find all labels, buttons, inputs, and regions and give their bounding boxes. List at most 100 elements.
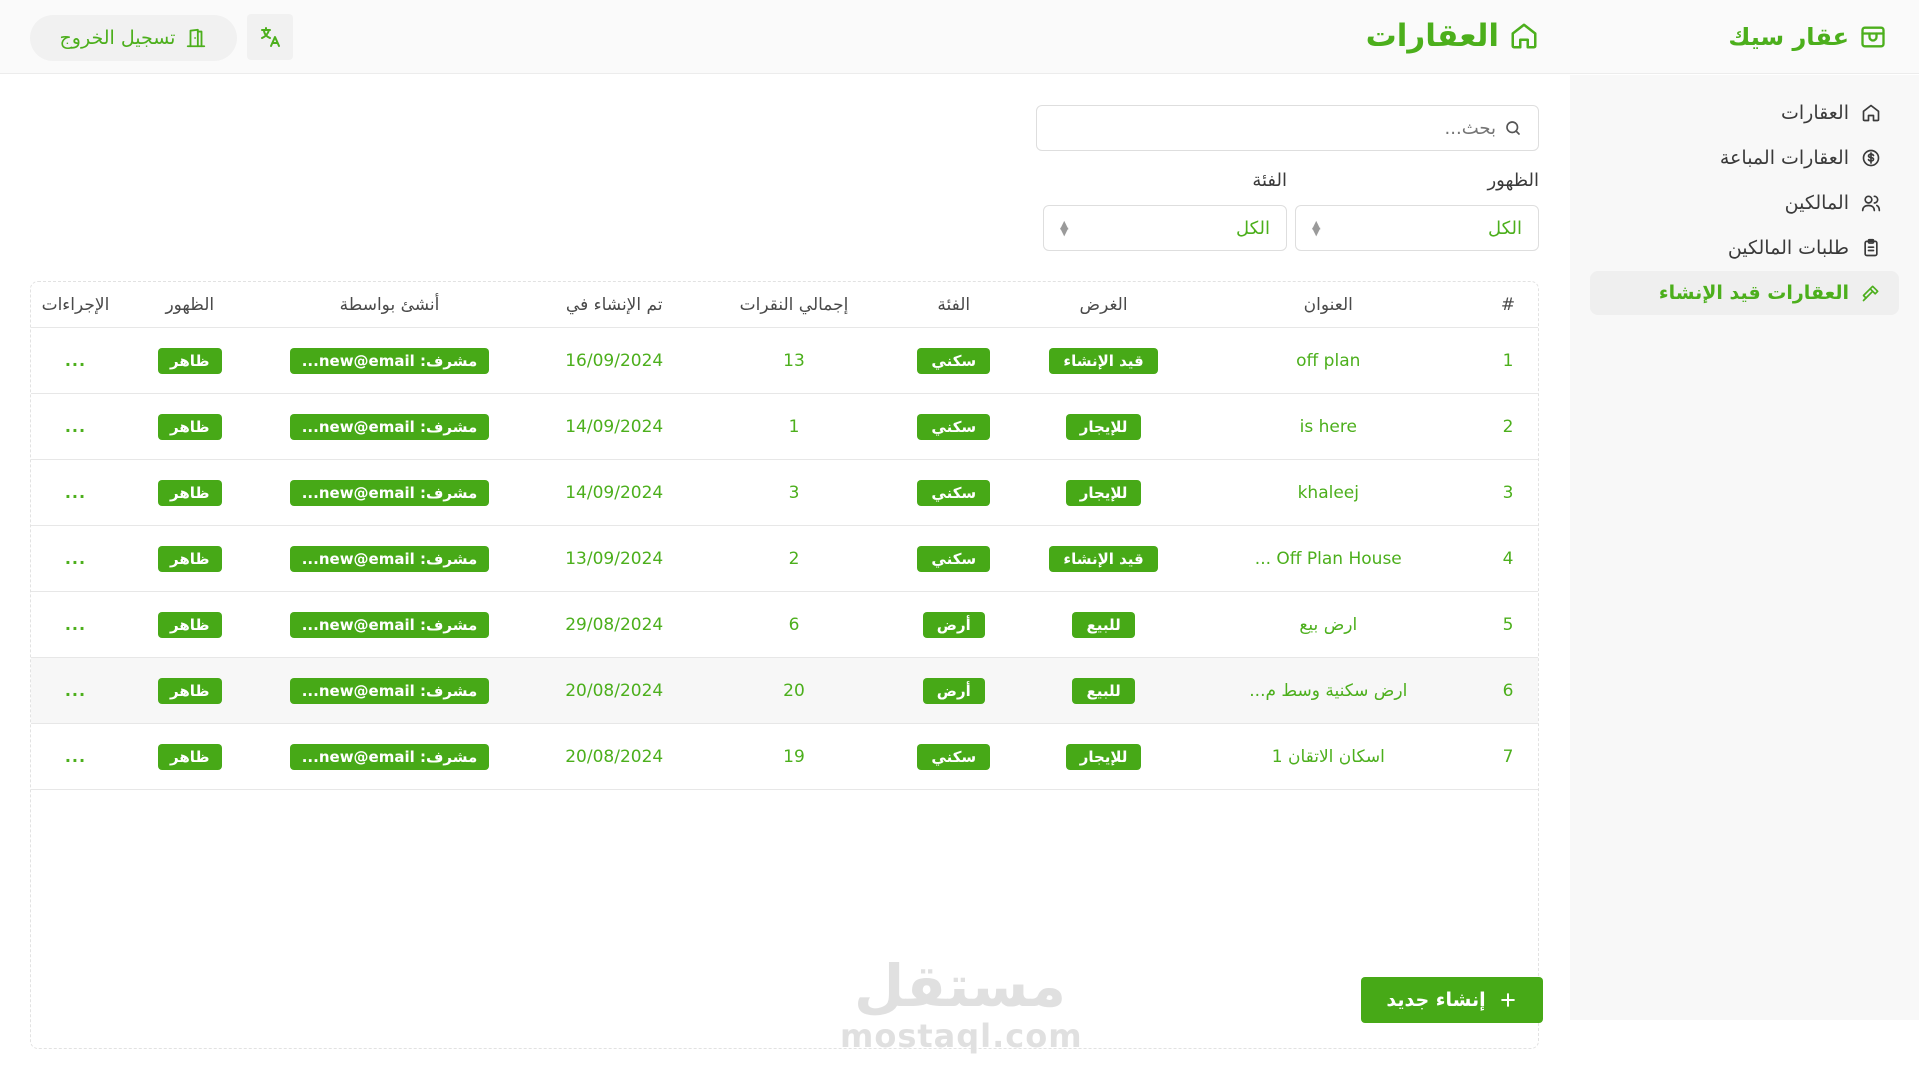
header-num[interactable]: # (1478, 282, 1538, 327)
row-clicks: 3 (788, 482, 800, 503)
row-title[interactable]: Off Plan House ... (1178, 526, 1478, 591)
more-actions-icon[interactable]: ... (65, 549, 86, 568)
purpose-cell: للبيع (1029, 592, 1179, 657)
users-icon (1861, 195, 1881, 212)
header-visibility[interactable]: الظهور (120, 282, 260, 327)
actions-cell: ... (31, 658, 120, 723)
more-actions-icon[interactable]: ... (65, 747, 86, 766)
row-num: 7 (1502, 746, 1514, 767)
sort-arrows-icon: ▲ ▼ (1312, 218, 1321, 238)
category-select-value: الكل (1235, 217, 1270, 239)
search-icon (1506, 121, 1520, 135)
category-badge: سكني (917, 479, 991, 506)
properties-table: # العنوان الغرض الفئة إجمالي النقرات تم … (30, 281, 1539, 1049)
category-cell: أرض (879, 658, 1029, 723)
visibility-badge: ظاهر (158, 479, 222, 506)
home-icon (1511, 23, 1537, 49)
row-created-at: 16/09/2024 (565, 350, 664, 371)
page-title-wrap: العقارات (1366, 14, 1539, 58)
sort-arrows-icon: ▲ ▼ (1060, 218, 1069, 238)
visibility-cell: ظاهر (120, 460, 260, 525)
row-created-at: 13/09/2024 (565, 548, 664, 569)
hammer-icon (1862, 285, 1879, 302)
plus-icon (1500, 993, 1515, 1007)
header-created-by[interactable]: أنشئ بواسطة (260, 282, 520, 327)
created-by-badge: مشرف: new@email... (289, 479, 490, 506)
header-purpose[interactable]: الغرض (1029, 282, 1179, 327)
header-category[interactable]: الفئة (879, 282, 1029, 327)
translate-button[interactable] (247, 14, 293, 60)
row-num: 6 (1502, 680, 1514, 701)
more-actions-icon[interactable]: ... (65, 483, 86, 502)
row-num: 2 (1502, 416, 1514, 437)
purpose-badge: قيد الإنشاء (1049, 347, 1158, 374)
search-box[interactable] (1036, 105, 1539, 151)
actions-cell: ... (31, 394, 120, 459)
sidebar-item-owners[interactable]: المالكين (1590, 181, 1899, 225)
brand[interactable]: عقار سيك (1728, 18, 1887, 56)
visibility-cell: ظاهر (120, 724, 260, 789)
more-actions-icon[interactable]: ... (65, 417, 86, 436)
store-icon (1861, 26, 1885, 48)
row-title[interactable]: khaleej (1178, 460, 1478, 525)
row-title[interactable]: is here (1178, 394, 1478, 459)
header-actions: الإجراءات (41, 294, 110, 315)
more-actions-icon[interactable]: ... (65, 681, 86, 700)
created-by-cell: مشرف: new@email... (260, 658, 520, 723)
sidebar-item-sold-properties[interactable]: العقارات المباعة (1590, 136, 1899, 180)
table-row[interactable]: 7 اسكان الاتقان 1 للإيجار سكني 19 20/08/… (31, 724, 1538, 790)
visibility-cell: ظاهر (120, 526, 260, 591)
row-num: 4 (1502, 548, 1514, 569)
header-clicks[interactable]: إجمالي النقرات (709, 282, 879, 327)
sidebar-item-properties[interactable]: العقارات (1590, 91, 1899, 135)
row-created-at: 20/08/2024 (565, 746, 664, 767)
row-title[interactable]: اسكان الاتقان 1 (1178, 724, 1478, 789)
table-row[interactable]: 3 khaleej للإيجار سكني 3 14/09/2024 مشرف… (31, 460, 1538, 526)
row-clicks: 1 (788, 416, 800, 437)
row-num: 5 (1502, 614, 1514, 635)
category-badge: سكني (917, 743, 991, 770)
visibility-select[interactable]: الكل ▲ ▼ (1295, 205, 1539, 251)
header-created-at[interactable]: تم الإنشاء في (519, 282, 709, 327)
header-title[interactable]: العنوان (1178, 282, 1478, 327)
created-by-cell: مشرف: new@email... (260, 394, 520, 459)
category-cell: سكني (879, 724, 1029, 789)
row-num: 1 (1502, 350, 1514, 371)
actions-cell: ... (31, 592, 120, 657)
row-title[interactable]: off plan (1178, 328, 1478, 393)
sidebar-item-owner-requests[interactable]: طلبات المالكين (1590, 226, 1899, 270)
create-new-button[interactable]: إنشاء جديد (1361, 977, 1543, 1023)
purpose-badge: للإيجار (1065, 413, 1142, 440)
table-row[interactable]: 1 off plan قيد الإنشاء سكني 13 16/09/202… (31, 328, 1538, 394)
row-title[interactable]: ارض سكنية وسط م... (1178, 658, 1478, 723)
row-created-at: 20/08/2024 (565, 680, 664, 701)
more-actions-icon[interactable]: ... (65, 351, 86, 370)
sidebar-item-under-construction[interactable]: العقارات قيد الإنشاء (1590, 271, 1899, 315)
category-select[interactable]: الكل ▲ ▼ (1043, 205, 1287, 251)
search-input[interactable] (1056, 117, 1496, 139)
table-row[interactable]: 4 Off Plan House ... قيد الإنشاء سكني 2 … (31, 526, 1538, 592)
door-icon (187, 28, 206, 48)
category-badge: سكني (917, 413, 991, 440)
category-badge: أرض (922, 611, 985, 638)
visibility-select-value: الكل (1487, 217, 1522, 239)
table-row[interactable]: 2 is here للإيجار سكني 1 14/09/2024 مشرف… (31, 394, 1538, 460)
purpose-badge: للبيع (1072, 677, 1135, 704)
category-cell: سكني (879, 460, 1029, 525)
more-actions-icon[interactable]: ... (65, 615, 86, 634)
clipboard-icon (1864, 238, 1878, 257)
row-clicks: 2 (788, 548, 800, 569)
table-row[interactable]: 6 ارض سكنية وسط م... للبيع أرض 20 20/08/… (31, 658, 1538, 724)
top-bar: عقار سيك العقارات تسجيل الخروج (0, 0, 1919, 74)
category-cell: أرض (879, 592, 1029, 657)
row-created-at: 14/09/2024 (565, 482, 664, 503)
row-title[interactable]: ارض بيع (1178, 592, 1478, 657)
page-title: العقارات (1365, 18, 1499, 54)
table-row[interactable]: 5 ارض بيع للبيع أرض 6 29/08/2024 مشرف: n… (31, 592, 1538, 658)
created-by-badge: مشرف: new@email... (289, 677, 490, 704)
translate-icon (261, 27, 280, 47)
purpose-badge: للإيجار (1065, 743, 1142, 770)
category-badge: سكني (917, 545, 991, 572)
logout-button[interactable]: تسجيل الخروج (30, 15, 237, 61)
row-clicks: 20 (783, 680, 805, 701)
